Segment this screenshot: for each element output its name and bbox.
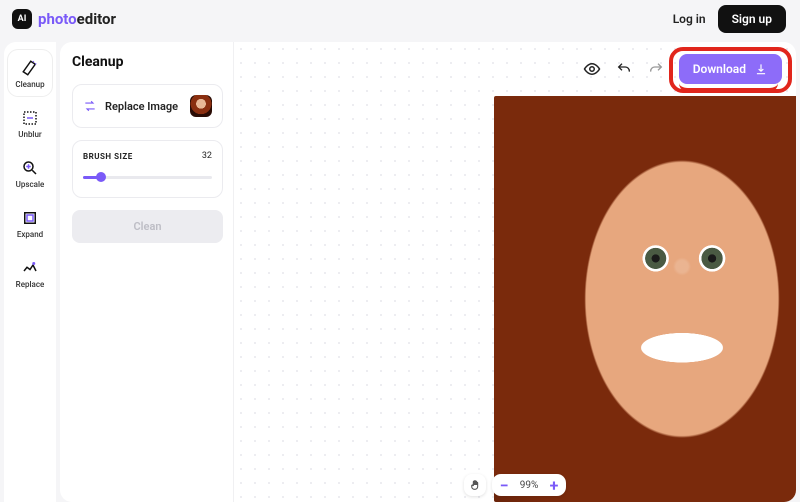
download-button[interactable]: Download (679, 54, 782, 84)
zoom-in-button[interactable]: + (546, 477, 562, 493)
clean-button[interactable]: Clean (72, 210, 223, 243)
edited-image[interactable] (494, 96, 796, 502)
zoom-value: 99% (516, 480, 542, 491)
download-wrap: Download (679, 54, 782, 84)
portrait-placeholder (494, 96, 796, 502)
top-bar: AI photoeditor Log in Sign up (0, 0, 800, 38)
brush-size-card: BRUSH SIZE 32 (72, 140, 223, 198)
sidebar-item-label: Expand (17, 230, 43, 239)
expand-icon (20, 208, 40, 228)
brush-size-label: BRUSH SIZE (83, 152, 133, 161)
download-icon (754, 62, 768, 76)
replace-icon (20, 258, 40, 278)
replace-image-button[interactable]: Replace Image (72, 84, 223, 128)
brush-size-slider[interactable] (83, 171, 212, 183)
redo-icon[interactable] (647, 60, 665, 78)
signup-button[interactable]: Sign up (718, 5, 786, 33)
tool-sidebar: Cleanup Unblur Upscale Expand Replace (4, 42, 56, 502)
preview-eye-icon[interactable] (583, 60, 601, 78)
magnifier-icon (20, 158, 40, 178)
swap-icon (83, 99, 97, 113)
sidebar-item-cleanup[interactable]: Cleanup (8, 50, 52, 96)
sidebar-item-replace[interactable]: Replace (8, 250, 52, 296)
brand-part1: photo (38, 10, 77, 28)
login-button[interactable]: Log in (661, 6, 718, 32)
brand-part2: editor (77, 10, 116, 28)
content-area: Cleanup Replace Image BRUSH SIZE 32 (60, 42, 796, 502)
sidebar-item-label: Upscale (16, 180, 45, 189)
pan-hand-button[interactable] (464, 474, 486, 496)
sidebar-item-label: Cleanup (15, 80, 44, 89)
eraser-sparkle-icon (20, 58, 40, 78)
brand-logo: AI photoeditor (12, 9, 116, 29)
sidebar-item-label: Unblur (18, 130, 42, 139)
brush-size-value: 32 (202, 151, 212, 161)
sidebar-item-upscale[interactable]: Upscale (8, 150, 52, 196)
ai-badge: AI (12, 9, 32, 29)
canvas-area: Download − 99% + (234, 42, 796, 502)
sidebar-item-unblur[interactable]: Unblur (8, 100, 52, 146)
unblur-icon (20, 108, 40, 128)
replace-image-label: Replace Image (105, 100, 182, 113)
slider-knob[interactable] (96, 172, 106, 182)
sidebar-item-expand[interactable]: Expand (8, 200, 52, 246)
image-thumbnail (190, 95, 212, 117)
panel-title: Cleanup (72, 54, 223, 70)
zoom-out-button[interactable]: − (496, 477, 512, 493)
canvas-toolbar: Download (583, 54, 782, 84)
download-label: Download (693, 62, 746, 76)
undo-icon[interactable] (615, 60, 633, 78)
cleanup-panel: Cleanup Replace Image BRUSH SIZE 32 (60, 42, 234, 502)
main: Cleanup Unblur Upscale Expand Replace (0, 38, 800, 502)
sidebar-item-label: Replace (16, 280, 45, 289)
zoom-pill: − 99% + (492, 474, 566, 496)
zoom-controls: − 99% + (464, 474, 566, 496)
